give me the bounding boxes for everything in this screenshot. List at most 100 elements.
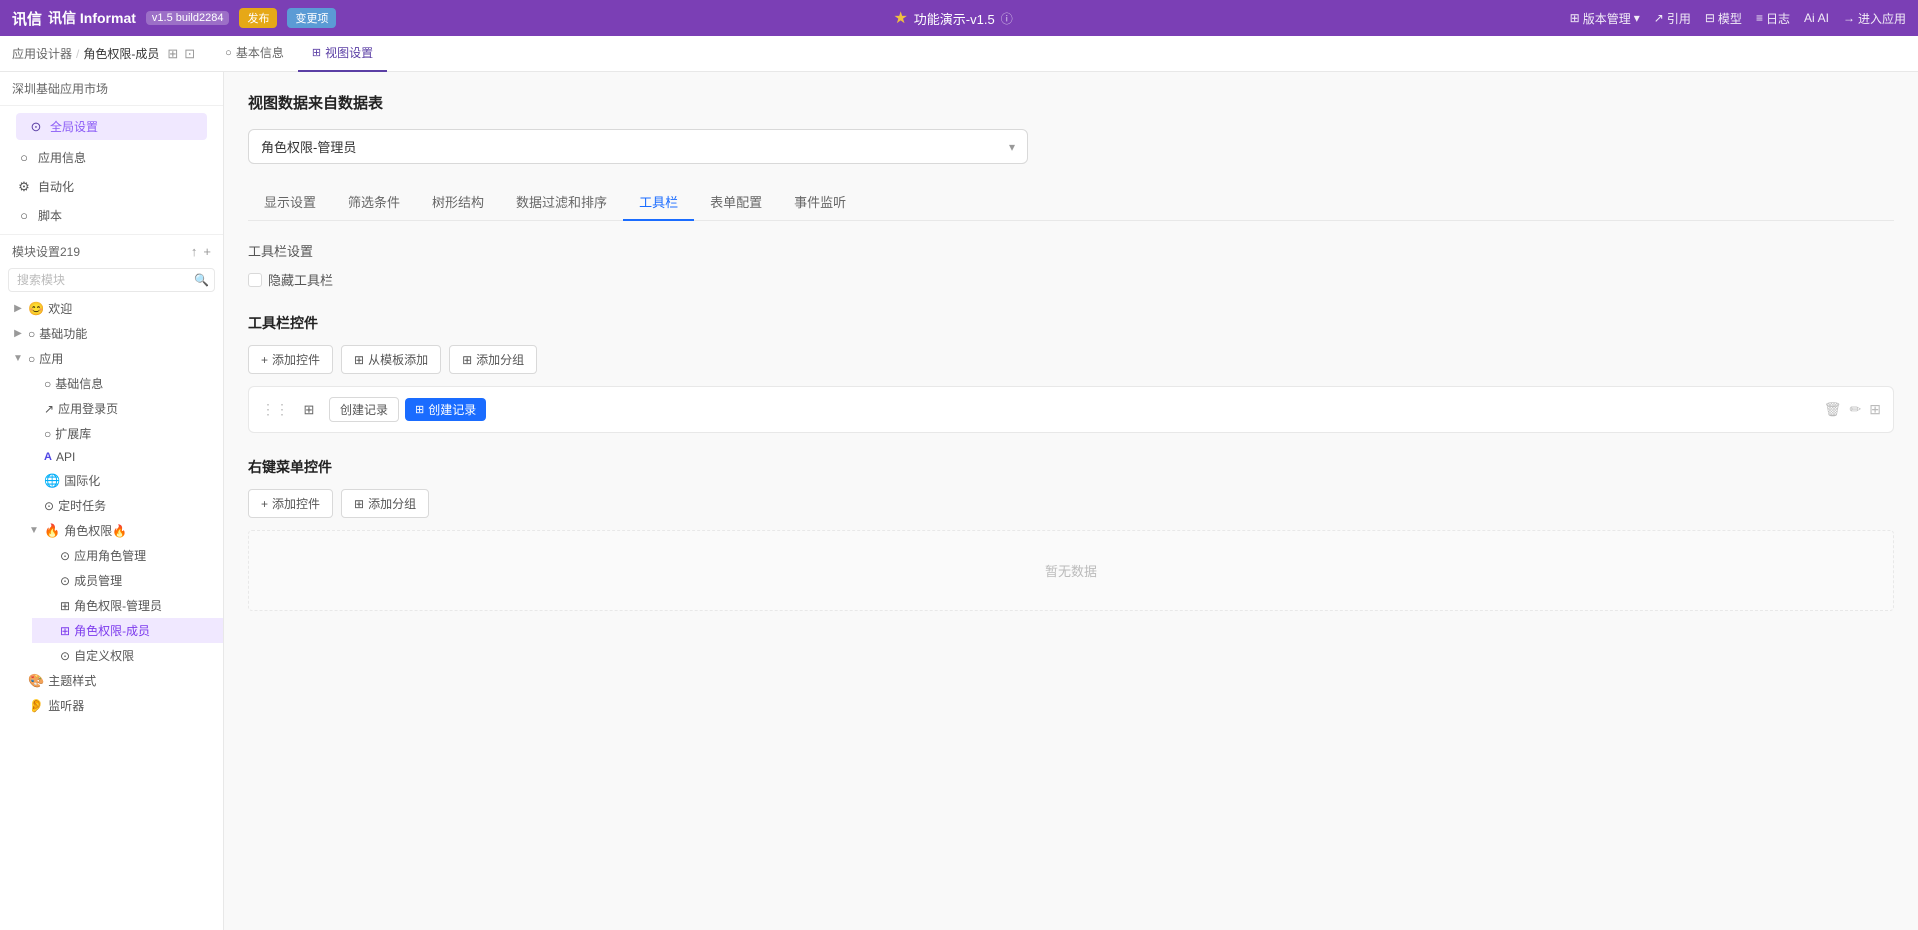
tree-item-welcome[interactable]: ▶ 😊 欢迎 + (0, 296, 223, 321)
tab-filter-conditions[interactable]: 筛选条件 (332, 184, 416, 221)
rightclick-add-group-icon: ⊞ (354, 497, 364, 511)
version-label: 版本管理 (1583, 10, 1631, 27)
drag-handle-icon[interactable]: ⋮⋮ (261, 401, 289, 418)
control-edit-icon[interactable]: ✏ (1850, 401, 1862, 418)
role-perm-member-icon: ⊞ (60, 624, 70, 638)
toolbar-controls-title: 工具栏控件 (248, 313, 1894, 333)
rightclick-add-group-button[interactable]: ⊞ 添加分组 (341, 489, 429, 518)
module-up-icon[interactable]: ↑ (191, 244, 198, 259)
tree-item-extension[interactable]: ○ 扩展库 + (16, 421, 223, 446)
header-center: ★ 功能演示-v1.5 ⓘ (893, 8, 1012, 28)
breadcrumb-copy-icon[interactable]: ⊞ (167, 46, 178, 62)
header-right: ⊞ 版本管理 ▾ ↗ 引用 ⊟ 模型 ≡ 日志 Ai AI → 进入应用 (1570, 10, 1906, 27)
basic-features-icon: ○ (28, 327, 35, 341)
tab-view-settings[interactable]: ⊞ 视图设置 (298, 36, 387, 72)
module-search-box: 🔍 (8, 268, 215, 292)
tree-item-login-page[interactable]: ↗ 应用登录页 (16, 396, 223, 421)
empty-placeholder: 暂无数据 (248, 530, 1894, 611)
control-delete-icon[interactable]: 🗑 (1824, 401, 1842, 418)
view-settings-label: 视图设置 (325, 44, 373, 61)
data-source-value: 角色权限-管理员 (261, 137, 356, 156)
role-perm-member-label: 角色权限-成员 (74, 622, 211, 639)
breadcrumb-tabs: ○ 基本信息 ⊞ 视图设置 (211, 36, 387, 72)
version-badge: v1.5 build2284 (146, 11, 230, 25)
tree-item-i18n[interactable]: 🌐 国际化 + (16, 468, 223, 493)
tree-item-app-role-mgmt[interactable]: ⊙ 应用角色管理 (32, 543, 223, 568)
tree-item-role-perm[interactable]: ▼ 🔥 角色权限🔥 + (16, 518, 223, 543)
add-control-button[interactable]: + 添加控件 (248, 345, 333, 374)
section-title: 视图数据来自数据表 (248, 92, 1894, 113)
module-add-icon[interactable]: + (203, 244, 211, 259)
tree-item-scheduler[interactable]: ⊙ 定时任务 + (16, 493, 223, 518)
tree-item-basic-features[interactable]: ▶ ○ 基础功能 + (0, 321, 223, 346)
tab-tree-structure-label: 树形结构 (432, 195, 484, 210)
tab-tree-structure[interactable]: 树形结构 (416, 184, 500, 221)
model-nav[interactable]: ⊟ 模型 (1705, 10, 1742, 27)
role-perm-children: ⊙ 应用角色管理 ⊙ 成员管理 ⊞ 角色权限-管理员 (16, 543, 223, 668)
breadcrumb-bar: 应用设计器 / 角色权限-成员 ⊞ ⊡ ○ 基本信息 ⊞ 视图设置 (0, 36, 1918, 72)
tab-data-filter-sort[interactable]: 数据过滤和排序 (500, 184, 623, 221)
data-source-select[interactable]: 角色权限-管理员 ▾ (248, 129, 1028, 164)
tab-data-filter-sort-label: 数据过滤和排序 (516, 195, 607, 210)
tree-item-member-mgmt[interactable]: ⊙ 成员管理 (32, 568, 223, 593)
tab-basic-info[interactable]: ○ 基本信息 (211, 36, 298, 72)
add-from-template-icon: ⊞ (354, 353, 364, 367)
reference-nav[interactable]: ↗ 引用 (1654, 10, 1691, 27)
model-label: 模型 (1718, 10, 1742, 27)
tree-item-role-perm-member[interactable]: ⊞ 角色权限-成员 (32, 618, 223, 643)
rightclick-add-control-label: 添加控件 (272, 495, 320, 512)
create-record-ghost-button[interactable]: 创建记录 (329, 397, 399, 422)
add-group-label: 添加分组 (476, 351, 524, 368)
sidebar-item-script[interactable]: ○ 脚本 (4, 202, 219, 229)
hide-toolbar-checkbox[interactable] (248, 273, 262, 287)
tree-item-app[interactable]: ▼ ○ 应用 + (0, 346, 223, 371)
add-group-button[interactable]: ⊞ 添加分组 (449, 345, 537, 374)
publish-button[interactable]: 发布 (239, 8, 277, 28)
tab-display-settings[interactable]: 显示设置 (248, 184, 332, 221)
toolbar-controls-action-bar: + 添加控件 ⊞ 从模板添加 ⊞ 添加分组 (248, 345, 1894, 374)
star-icon: ★ (893, 8, 907, 28)
tree-item-monitor[interactable]: 👂 监听器 + (0, 693, 223, 718)
tab-form-config[interactable]: 表单配置 (694, 184, 778, 221)
version-manage-nav[interactable]: ⊞ 版本管理 ▾ (1570, 10, 1640, 27)
rightclick-add-control-button[interactable]: + 添加控件 (248, 489, 333, 518)
sidebar-item-automation[interactable]: ⚙ 自动化 (4, 173, 219, 200)
tree-item-basic-info[interactable]: ○ 基础信息 (16, 371, 223, 396)
sidebar-item-app-info[interactable]: ○ 应用信息 (4, 144, 219, 171)
rightclick-section: 右键菜单控件 + 添加控件 ⊞ 添加分组 暂无数据 (248, 457, 1894, 611)
app-children: ○ 基础信息 ↗ 应用登录页 ○ 扩展库 + A API (0, 371, 223, 668)
toolbar-controls-section: 工具栏控件 + 添加控件 ⊞ 从模板添加 ⊞ 添加分组 ⋮⋮ ⊞ (248, 313, 1894, 433)
log-nav[interactable]: ≡ 日志 (1756, 10, 1790, 27)
monitor-label: 监听器 (48, 697, 200, 714)
role-perm-label: 角色权限🔥 (64, 522, 200, 539)
tree-item-theme[interactable]: 🎨 主题样式 + (0, 668, 223, 693)
tree-item-custom-perm[interactable]: ⊙ 自定义权限 (32, 643, 223, 668)
rightclick-add-control-icon: + (261, 497, 268, 511)
breadcrumb-app-designer[interactable]: 应用设计器 (12, 45, 72, 62)
tab-event-listener[interactable]: 事件监听 (778, 184, 862, 221)
create-record-primary-button[interactable]: ⊞ 创建记录 (405, 398, 486, 421)
control-card-type-icon: ⊞ (299, 400, 319, 420)
role-perm-admin-label: 角色权限-管理员 (74, 597, 211, 614)
control-copy-icon[interactable]: ⊞ (1869, 401, 1881, 418)
tree-item-api[interactable]: A API + (16, 446, 223, 468)
toolbar-settings-section: 工具栏设置 隐藏工具栏 (248, 241, 1894, 289)
app-arrow: ▼ (12, 353, 24, 364)
i18n-icon: 🌐 (44, 473, 60, 489)
tab-toolbar[interactable]: 工具栏 (623, 184, 694, 221)
info-icon: ⓘ (1001, 10, 1013, 27)
breadcrumb-settings-icon[interactable]: ⊡ (184, 46, 195, 62)
module-search-input[interactable] (8, 268, 215, 292)
tree-item-role-perm-admin[interactable]: ⊞ 角色权限-管理员 (32, 593, 223, 618)
enter-app-nav[interactable]: → 进入应用 (1843, 10, 1906, 27)
header-left: 讯信 讯信 Informat v1.5 build2284 发布 变更项 (12, 8, 336, 29)
add-from-template-button[interactable]: ⊞ 从模板添加 (341, 345, 441, 374)
member-mgmt-icon: ⊙ (60, 574, 70, 588)
sidebar-item-global-settings[interactable]: ⊙ 全局设置 (16, 113, 207, 140)
ai-nav[interactable]: Ai AI (1804, 11, 1829, 25)
api-icon: A (44, 451, 52, 463)
content-area: 视图数据来自数据表 角色权限-管理员 ▾ 显示设置 筛选条件 树形结构 数据过滤… (224, 72, 1918, 930)
app-info-label: 应用信息 (38, 149, 86, 166)
change-button[interactable]: 变更项 (287, 8, 336, 28)
script-icon: ○ (16, 208, 32, 223)
